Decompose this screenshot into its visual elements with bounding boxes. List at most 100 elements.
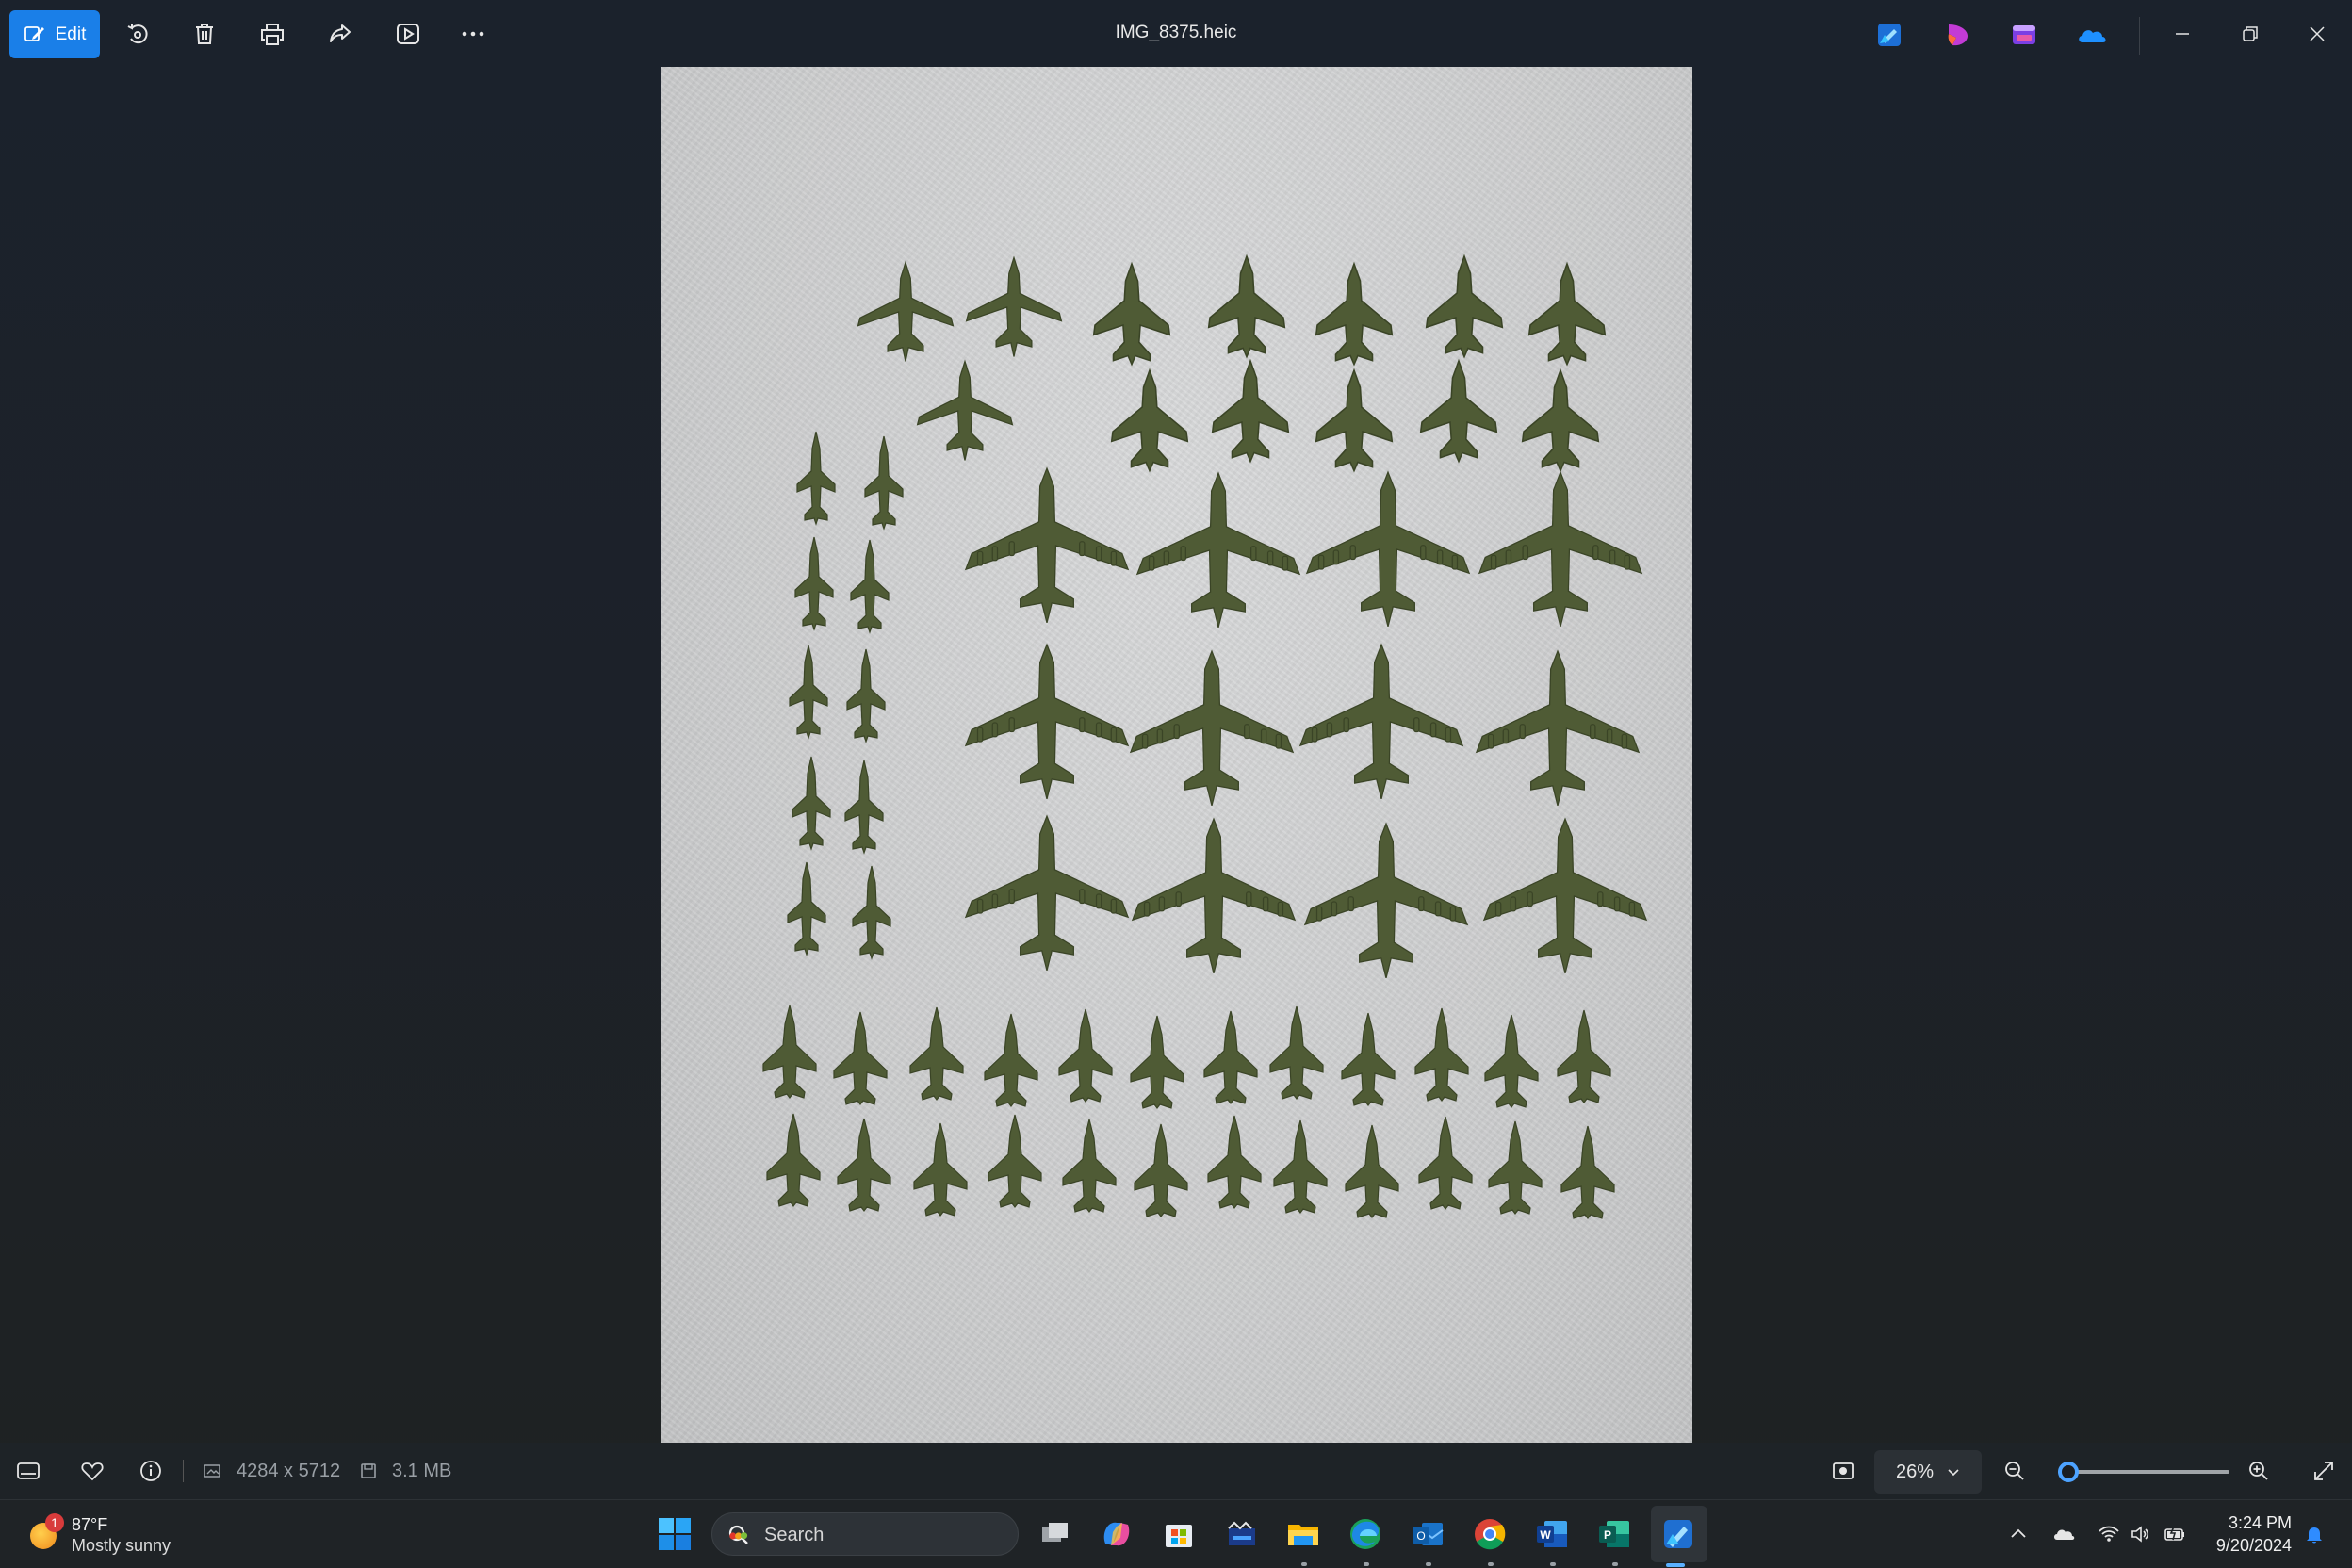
toy-plane-bomber [965,815,1129,972]
photos-active-indicator [1666,1563,1685,1567]
info-bar: 4284 x 5712 3.1 MB 26% [0,1443,2352,1499]
rotate-icon[interactable] [121,17,155,51]
info-separator [183,1460,184,1482]
edge-running-dot [1364,1562,1369,1566]
titlebar-separator [2139,17,2140,55]
dimensions-icon [197,1456,227,1486]
print-icon[interactable] [255,17,289,51]
toy-plane-jet [1521,369,1600,472]
toy-plane-fighter [1418,1116,1473,1210]
toy-plane-fighter [762,1004,817,1099]
toy-plane-bomber [1136,472,1300,629]
onedrive-icon[interactable] [2076,19,2108,51]
clock[interactable]: 3:24 PM 9/20/2024 [2205,1511,2292,1557]
favorite-icon[interactable] [77,1456,107,1486]
toy-plane-fighter [1269,1005,1324,1100]
toy-plane-slim [852,865,891,959]
minimize-icon [2176,33,2189,35]
file-explorer-icon[interactable] [1282,1513,1324,1555]
onedrive-tray-icon[interactable] [2050,1521,2077,1547]
taskbar-search[interactable]: Search [711,1512,1019,1556]
app-icon[interactable] [1221,1513,1263,1555]
toy-plane-fighter [1062,1119,1117,1213]
zoom-dropdown[interactable]: 26% [1874,1450,1982,1494]
edit-button[interactable]: Edit [9,10,100,58]
apples-icon [729,1530,748,1540]
zoom-value: 26% [1895,1461,1935,1482]
photos-icon[interactable] [1658,1513,1699,1555]
publisher-icon[interactable]: P [1593,1513,1635,1555]
toy-plane-fighter [837,1118,891,1212]
toy-plane-jet [1425,255,1504,358]
outlook-icon[interactable]: O [1407,1513,1448,1555]
word-icon[interactable]: W [1531,1513,1573,1555]
weather-temperature: 87°F [72,1515,108,1534]
image-dimensions: 4284 x 5712 [237,1461,341,1481]
volume-icon[interactable] [2128,1521,2154,1547]
toy-plane-fighter [766,1113,821,1207]
actual-size-icon[interactable] [1828,1456,1858,1486]
svg-text:W: W [1540,1528,1551,1542]
toy-plane-bomber [1130,650,1294,807]
info-icon[interactable] [136,1456,166,1486]
more-icon[interactable] [456,17,490,51]
toy-plane-jet [1092,263,1171,366]
toy-plane-fighter [1207,1115,1262,1209]
task-view-icon[interactable] [1035,1513,1076,1555]
toy-plane-fighter [1560,1125,1615,1219]
notification-bell-icon[interactable] [2301,1521,2328,1547]
minimize-button[interactable] [2162,13,2203,55]
share-icon[interactable] [323,17,357,51]
zoom-slider-thumb[interactable] [2058,1462,2080,1482]
zoom-slider-track[interactable] [2058,1470,2230,1474]
edge-icon[interactable] [1345,1513,1386,1555]
chevron-up-icon[interactable] [2005,1521,2032,1547]
toy-plane-bomber [1483,818,1647,974]
filmstrip-icon[interactable] [13,1456,43,1486]
toy-plane-fighter [1341,1012,1396,1106]
file-size-icon [353,1456,384,1486]
clock-date: 9/20/2024 [2215,1536,2292,1555]
photo-canvas[interactable] [661,67,1692,1443]
toy-plane-jet [1315,369,1394,472]
chrome-icon[interactable] [1469,1513,1511,1555]
search-label: Search [764,1525,825,1545]
weather-description: Mostly sunny [72,1536,172,1555]
toy-plane-jet [1211,360,1290,463]
toy-plane-fighter [1203,1010,1258,1104]
toy-plane-fighter [1058,1008,1113,1102]
zoom-in-icon[interactable] [2244,1456,2274,1486]
toy-plane-fighter [1273,1119,1328,1214]
fullscreen-icon[interactable] [2309,1456,2339,1486]
toy-plane-medium [857,261,955,363]
clipchamp-icon[interactable] [1941,19,1973,51]
battery-icon[interactable] [2162,1521,2188,1547]
weather-widget[interactable]: 1 87°F Mostly sunny [26,1513,215,1559]
start-icon[interactable] [654,1513,695,1555]
toy-plane-slim [796,431,836,525]
wifi-icon[interactable] [2096,1521,2122,1547]
zoom-out-icon[interactable] [2000,1456,2030,1486]
weather-badge: 1 [45,1513,64,1532]
copilot-icon[interactable] [1096,1513,1137,1555]
taskbar: 1 87°F Mostly sunny Search O W P 3:24 PM… [0,1499,2352,1568]
restore-button[interactable] [2230,13,2271,55]
toy-plane-fighter [988,1114,1042,1208]
store-icon[interactable] [1158,1513,1200,1555]
toy-plane-bomber [1132,818,1296,974]
toy-plane-fighter [1414,1007,1469,1102]
toy-plane-medium [965,256,1063,358]
designer-icon[interactable] [2008,19,2040,51]
close-button[interactable] [2296,13,2338,55]
toy-plane-bomber [1299,644,1463,800]
slideshow-icon[interactable] [391,17,425,51]
toy-plane-fighter [1130,1015,1184,1109]
publisher-running-dot [1612,1562,1618,1566]
toy-plane-slim [787,861,826,956]
toy-plane-jet [1527,263,1607,366]
delete-icon[interactable] [188,17,221,51]
toy-plane-fighter [833,1011,888,1105]
photos-editor-icon[interactable] [1873,19,1905,51]
toy-plane-bomber [1306,471,1470,628]
chrome-running-dot [1488,1562,1494,1566]
